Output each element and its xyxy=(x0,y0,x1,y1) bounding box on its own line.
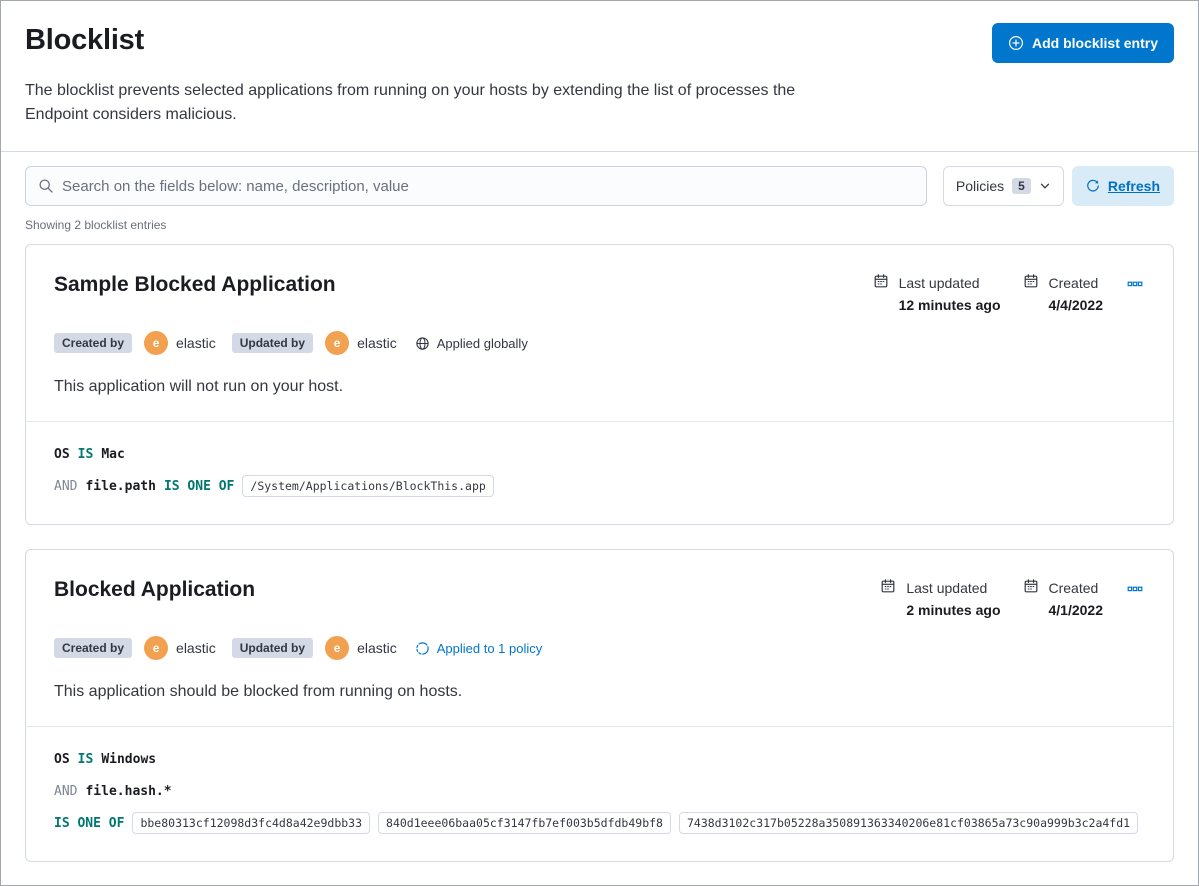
condition-operator: IS ONE OF xyxy=(54,815,125,831)
created-by-user: elastic xyxy=(176,640,216,656)
avatar: e xyxy=(325,331,350,355)
last-updated-label: Last updated xyxy=(906,580,988,596)
avatar: e xyxy=(325,636,350,660)
card-description: This application should be blocked from … xyxy=(54,683,463,700)
condition-field: file.path xyxy=(85,478,156,494)
condition-operator: IS xyxy=(77,446,94,462)
condition-field: Windows xyxy=(101,751,157,767)
created-by-user: elastic xyxy=(176,335,216,351)
last-updated-block: Last updated 12 minutes ago xyxy=(873,273,1001,315)
search-icon xyxy=(38,178,54,194)
avatar: e xyxy=(144,331,169,355)
card-title: Sample Blocked Application xyxy=(54,273,336,296)
calendar-icon xyxy=(1023,578,1039,620)
criteria-line: IS ONE OF bbe80313cf12098d3fc4d8a42e9dbb3… xyxy=(54,811,1145,835)
blocklist-card: Blocked Application Last updated 2 minut… xyxy=(25,549,1174,862)
criteria-conditions: OS IS Mac AND file.path IS ONE OF/System/Appl… xyxy=(26,422,1173,524)
created-label: Created xyxy=(1048,275,1099,291)
scope-policy-link[interactable]: Applied to 1 policy xyxy=(415,640,543,656)
card-header: Blocked Application Last updated 2 minut… xyxy=(54,576,1145,620)
created-block: Created 4/1/2022 xyxy=(1023,578,1104,620)
card-header: Sample Blocked Application Last updated … xyxy=(54,271,1145,315)
condition-conjunction: AND xyxy=(54,478,78,494)
condition-field: OS xyxy=(54,446,70,462)
card-top: Blocked Application Last updated 2 minut… xyxy=(26,550,1173,726)
created-value: 4/4/2022 xyxy=(1048,297,1104,313)
blocklist-page: Blocklist Add blocklist entry The blockl… xyxy=(0,0,1199,886)
add-blocklist-entry-label: Add blocklist entry xyxy=(1031,35,1158,51)
condition-field: file.hash.* xyxy=(85,783,172,799)
criteria-line: AND file.hash.* xyxy=(54,779,1145,803)
criteria-line: OS IS Windows xyxy=(54,747,1145,771)
criteria-line: AND file.path IS ONE OF/System/Application… xyxy=(54,474,1145,498)
refresh-label: Refresh xyxy=(1107,178,1160,194)
created-label: Created xyxy=(1048,580,1099,596)
condition-value-chip: 7438d3102c317b05228a350891363340206e81cf… xyxy=(678,812,1139,834)
plus-circle-icon xyxy=(1008,35,1024,51)
header-divider xyxy=(1,151,1198,152)
created-block: Created 4/4/2022 xyxy=(1023,273,1104,315)
condition-operator: IS ONE OF xyxy=(163,478,235,494)
scope-global: Applied globally xyxy=(415,336,528,351)
card-top: Sample Blocked Application Last updated … xyxy=(26,245,1173,421)
last-updated-label: Last updated xyxy=(898,275,980,291)
card-title: Blocked Application xyxy=(54,578,256,601)
results-summary: Showing 2 blocklist entries xyxy=(25,218,167,232)
partial-policy-icon xyxy=(415,641,430,656)
scope-label: Applied globally xyxy=(436,335,528,351)
globe-icon xyxy=(415,336,430,351)
updated-by-badge: Updated by xyxy=(231,333,314,353)
boxes-horizontal-icon xyxy=(1127,276,1143,292)
last-updated-block: Last updated 2 minutes ago xyxy=(880,578,1001,620)
updated-by-badge: Updated by xyxy=(231,638,314,658)
policies-filter-button[interactable]: Policies 5 xyxy=(942,166,1064,206)
condition-field: Mac xyxy=(101,446,125,462)
card-description: This application will not run on your ho… xyxy=(54,378,344,395)
policies-count-badge: 5 xyxy=(1012,178,1031,194)
updated-by-user: elastic xyxy=(357,335,397,351)
calendar-icon xyxy=(1023,273,1039,315)
created-value: 4/1/2022 xyxy=(1048,602,1104,618)
condition-operator: IS xyxy=(77,751,94,767)
toolbar: Policies 5 Refresh xyxy=(25,166,1174,206)
card-meta: Last updated 2 minutes ago Created 4/1/2… xyxy=(880,576,1145,620)
search-box xyxy=(25,166,927,206)
boxes-horizontal-icon xyxy=(1127,581,1143,597)
last-updated-value: 12 minutes ago xyxy=(898,297,1001,313)
page-description: The blocklist prevents selected applicat… xyxy=(25,82,796,123)
calendar-icon xyxy=(873,273,889,315)
search-input[interactable] xyxy=(62,177,914,195)
calendar-icon xyxy=(880,578,896,620)
condition-conjunction: AND xyxy=(54,783,78,799)
avatar: e xyxy=(144,636,169,660)
chevron-down-icon xyxy=(1039,180,1051,192)
criteria-conditions: OS IS Windows AND file.hash.* IS ONE OF bbe803… xyxy=(26,727,1173,861)
blocklist-card: Sample Blocked Application Last updated … xyxy=(25,244,1174,525)
card-subtitle-row: Created by e elastic Updated by e elasti… xyxy=(54,636,1145,660)
page-header: Blocklist Add blocklist entry xyxy=(25,21,1174,63)
updated-by-user: elastic xyxy=(357,640,397,656)
created-by-badge: Created by xyxy=(54,333,133,353)
criteria-line: OS IS Mac xyxy=(54,442,1145,466)
add-blocklist-entry-button[interactable]: Add blocklist entry xyxy=(991,23,1174,63)
condition-value-chip: /System/Applications/BlockThis.app xyxy=(242,475,494,497)
refresh-button[interactable]: Refresh xyxy=(1071,166,1174,206)
card-subtitle-row: Created by e elastic Updated by e elasti… xyxy=(54,331,1145,355)
card-meta: Last updated 12 minutes ago Created 4/4/… xyxy=(873,271,1145,315)
card-actions-menu-button[interactable] xyxy=(1125,579,1145,599)
scope-label: Applied to 1 policy xyxy=(436,640,543,656)
condition-field: OS xyxy=(54,751,70,767)
created-by-badge: Created by xyxy=(54,638,133,658)
refresh-icon xyxy=(1086,179,1100,193)
last-updated-value: 2 minutes ago xyxy=(906,602,1001,618)
page-title: Blocklist xyxy=(25,24,145,56)
condition-value-chip: bbe80313cf12098d3fc4d8a42e9dbb33 xyxy=(132,812,371,834)
policies-filter-label: Policies xyxy=(955,178,1005,194)
card-actions-menu-button[interactable] xyxy=(1125,274,1145,294)
condition-value-chip: 840d1eee06baa05cf3147fb7ef003b5dfdb49bf8 xyxy=(378,812,671,834)
